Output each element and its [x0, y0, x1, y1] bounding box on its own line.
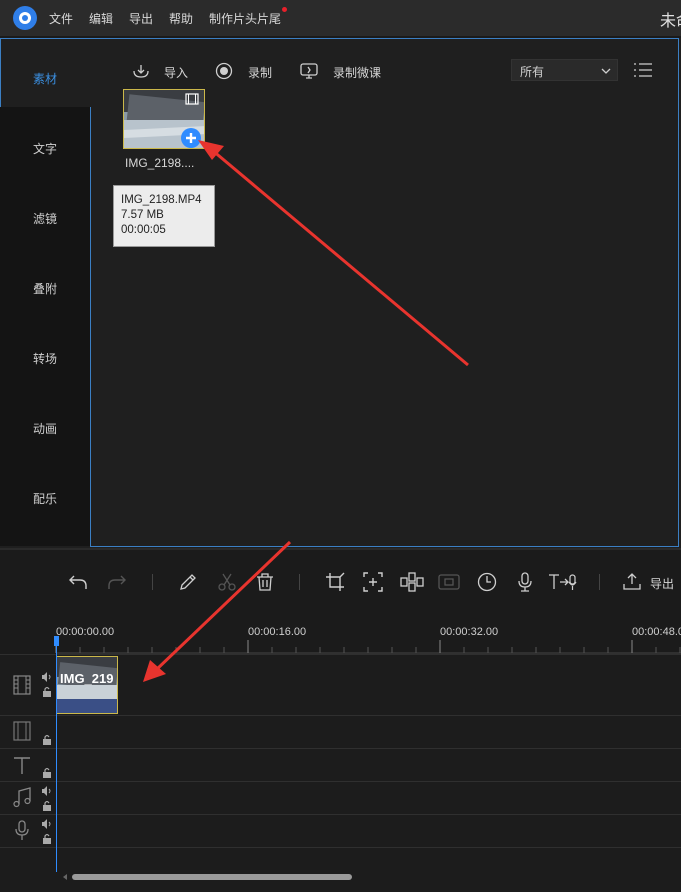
- time-label-0: 00:00:00.00: [56, 626, 115, 638]
- lock-icon[interactable]: [42, 833, 52, 844]
- media-filename-label: IMG_2198....: [125, 156, 195, 170]
- filter-value: 所有: [520, 65, 545, 79]
- sidebar-item-transition[interactable]: 转场: [0, 350, 90, 367]
- sidebar-item-music[interactable]: 配乐: [0, 490, 90, 507]
- export-button[interactable]: 导出: [650, 575, 674, 592]
- redo-icon[interactable]: [106, 572, 128, 592]
- record-lecture-button[interactable]: 录制微课: [333, 64, 381, 81]
- playhead-handle[interactable]: [54, 636, 59, 646]
- sidebar-item-animation[interactable]: 动画: [0, 420, 90, 437]
- media-info-tooltip: IMG_2198.MP4 7.57 MB 00:00:05: [113, 185, 215, 247]
- time-label-1: 00:00:16.00: [248, 626, 307, 638]
- freeze-frame-icon[interactable]: [438, 572, 460, 592]
- menu-edit[interactable]: 编辑: [89, 10, 113, 27]
- playhead[interactable]: [56, 640, 57, 872]
- scissors-icon[interactable]: [217, 572, 237, 592]
- list-view-icon[interactable]: [633, 62, 653, 78]
- music-track[interactable]: [0, 781, 681, 815]
- lock-icon[interactable]: [42, 800, 52, 811]
- media-thumbnail[interactable]: [123, 89, 205, 149]
- sidebar: [0, 107, 90, 546]
- speaker-icon[interactable]: [41, 786, 53, 796]
- lock-icon[interactable]: [42, 686, 52, 697]
- window-title: 未命: [660, 13, 681, 30]
- import-icon[interactable]: [131, 62, 151, 80]
- undo-icon[interactable]: [67, 572, 89, 592]
- app-logo-icon: [13, 6, 37, 30]
- edit-icon[interactable]: [178, 572, 198, 592]
- record-lecture-icon[interactable]: [299, 62, 319, 80]
- sidebar-item-material[interactable]: 素材: [0, 70, 90, 87]
- notification-dot: [282, 7, 287, 12]
- voice-track-microphone-icon: [15, 820, 29, 840]
- voice-track[interactable]: [0, 814, 681, 848]
- export-icon[interactable]: [621, 572, 643, 592]
- text-track[interactable]: [0, 748, 681, 782]
- text-to-speech-icon[interactable]: [548, 572, 578, 592]
- sidebar-item-overlay[interactable]: 叠附: [0, 280, 90, 297]
- music-note-icon: [13, 787, 31, 808]
- menu-intro-outro[interactable]: 制作片头片尾: [209, 10, 281, 27]
- horizontal-scrollbar-thumb[interactable]: [72, 874, 352, 880]
- lock-icon[interactable]: [42, 767, 52, 778]
- time-label-2: 00:00:32.00: [440, 626, 499, 638]
- filter-dropdown[interactable]: 所有: [511, 59, 618, 81]
- scroll-left-icon[interactable]: [61, 873, 69, 881]
- crop-icon[interactable]: [325, 572, 345, 592]
- record-button[interactable]: 录制: [248, 64, 272, 81]
- overlay-track[interactable]: [0, 715, 681, 749]
- duration-clock-icon[interactable]: [477, 572, 497, 592]
- menu-file[interactable]: 文件: [49, 10, 73, 27]
- lock-icon[interactable]: [42, 734, 52, 745]
- clip-label: IMG_219: [60, 671, 114, 686]
- speaker-icon[interactable]: [41, 672, 53, 682]
- menu-help[interactable]: 帮助: [169, 10, 193, 27]
- tooltip-duration: 00:00:05: [121, 224, 166, 236]
- video-track-film-icon: [13, 675, 31, 695]
- sidebar-item-filter[interactable]: 滤镜: [0, 210, 90, 227]
- sidebar-item-text[interactable]: 文字: [0, 140, 90, 157]
- menu-export[interactable]: 导出: [129, 10, 153, 27]
- tooltip-size: 7.57 MB: [121, 209, 164, 221]
- mosaic-icon[interactable]: [400, 572, 424, 592]
- zoom-frame-icon[interactable]: [363, 572, 383, 592]
- film-icon: [185, 93, 199, 105]
- timeline-video-clip[interactable]: IMG_219: [56, 656, 118, 714]
- record-icon[interactable]: [215, 62, 233, 80]
- microphone-icon[interactable]: [515, 572, 535, 592]
- plus-icon: [186, 133, 196, 143]
- chevron-down-icon: [601, 68, 611, 74]
- tooltip-filename: IMG_2198.MP4: [121, 194, 202, 206]
- text-track-icon: [14, 757, 30, 774]
- overlay-track-film-icon: [13, 721, 31, 741]
- add-to-timeline-button[interactable]: [181, 128, 201, 148]
- speaker-icon[interactable]: [41, 819, 53, 829]
- trash-icon[interactable]: [255, 572, 275, 592]
- title-bar: 文件 编辑 导出 帮助 制作片头片尾 未命: [0, 0, 681, 36]
- import-button[interactable]: 导入: [164, 64, 188, 81]
- time-label-3: 00:00:48.0: [632, 626, 681, 638]
